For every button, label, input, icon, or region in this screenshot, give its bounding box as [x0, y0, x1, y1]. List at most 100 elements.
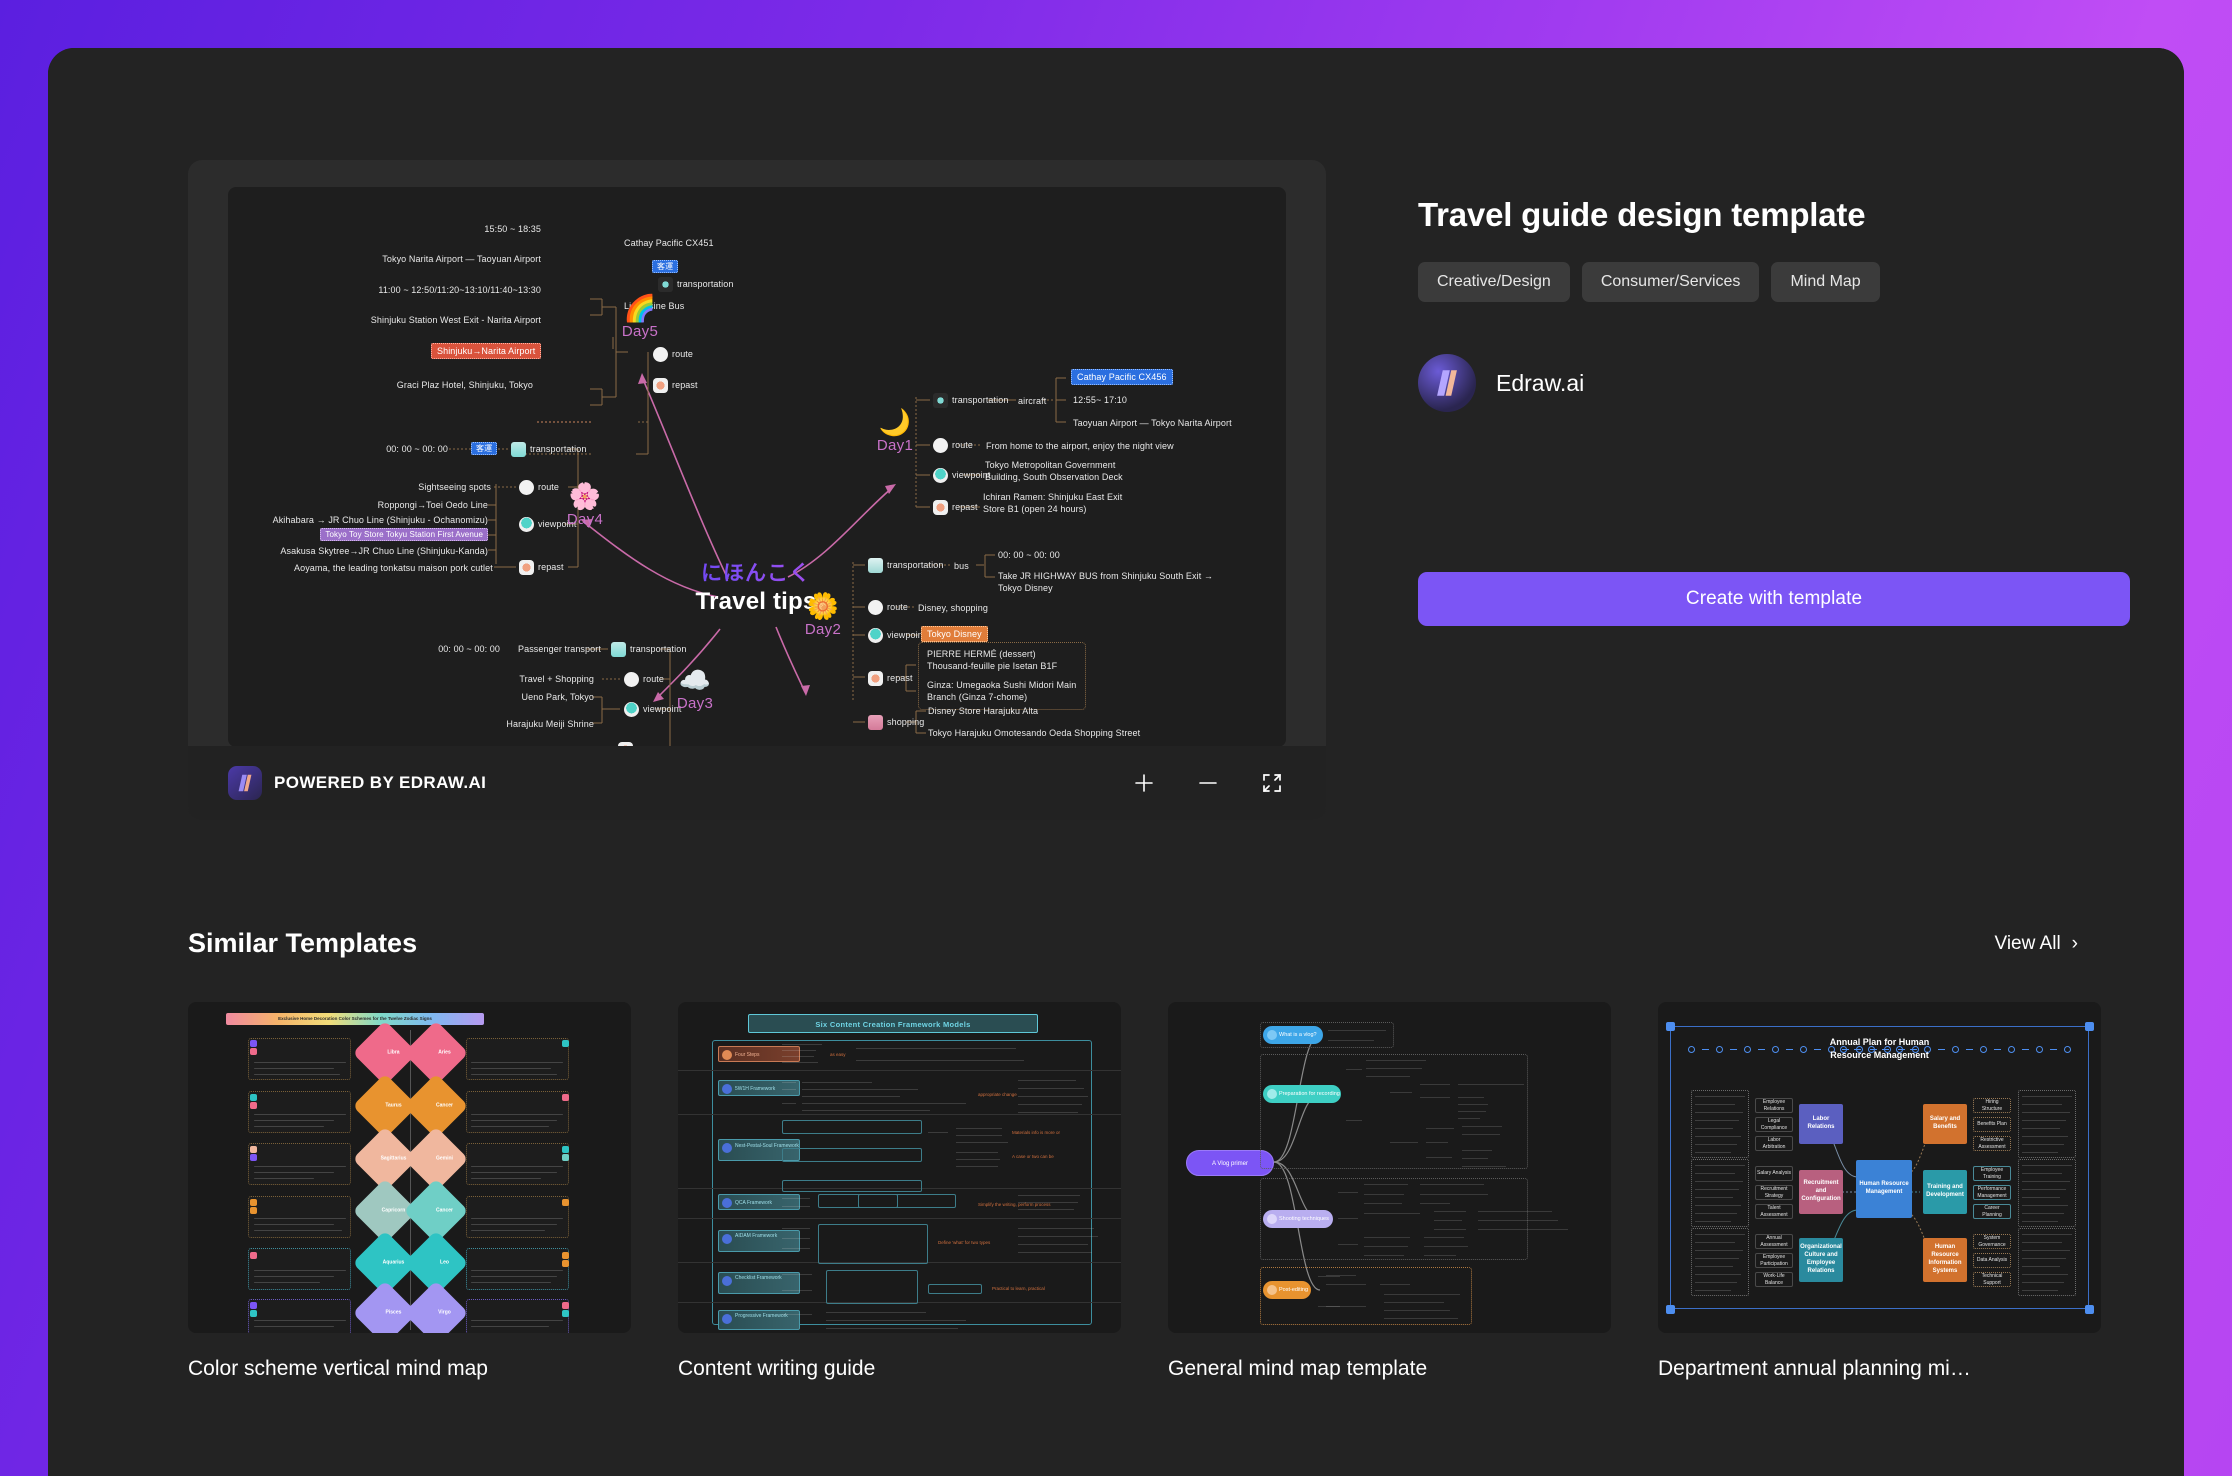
- color-chip: [250, 1154, 257, 1161]
- day5-bus-route: Shinjuku Station West Exit - Narita Airp…: [370, 315, 541, 325]
- day2-route-value: Disney, shopping: [918, 603, 988, 613]
- day2-bus-time: 00: 00 ~ 00: 00: [998, 550, 1060, 560]
- template-card[interactable]: Annual Plan for Human Resource Managemen…: [1658, 1002, 2101, 1381]
- day2-node[interactable]: 🌼 Day2: [788, 593, 858, 638]
- tag-list: Creative/Design Consumer/Services Mind M…: [1418, 262, 2130, 302]
- color-chip: [562, 1252, 569, 1259]
- edraw-avatar: [1418, 354, 1476, 412]
- day3-transportation-node: transportation: [611, 642, 686, 657]
- day5-transportation-node: transportation: [658, 277, 733, 292]
- page-title: Travel guide design template: [1418, 196, 1866, 233]
- day4-node[interactable]: 🌸 Day4: [550, 483, 620, 528]
- day4-repast-label: repast: [538, 562, 564, 573]
- day1-transportation-label: transportation: [952, 395, 1009, 406]
- day1-viewpoint-node: viewpoint: [933, 468, 990, 483]
- day5-airline: Cathay Pacific CX451: [624, 238, 714, 248]
- hr-text-col: [2018, 1159, 2076, 1227]
- branch-node: Shooting techniques: [1263, 1210, 1333, 1228]
- mindmap-canvas[interactable]: 15:50 ~ 18:35 Tokyo Narita Airport — Tao…: [228, 187, 1286, 747]
- airplane-icon: [933, 393, 948, 408]
- clock-icon: [624, 672, 639, 687]
- color-chip: [250, 1102, 257, 1109]
- tag-creative-design[interactable]: Creative/Design: [1418, 262, 1570, 302]
- day1-node[interactable]: 🌙 Day1: [855, 409, 935, 454]
- hr-sub-box: Restrictive Assessment: [1973, 1136, 2011, 1151]
- day4-sightseeing: Sightseeing spots: [418, 482, 491, 492]
- color-chip: [250, 1094, 257, 1101]
- thumbnail-content-writing[interactable]: Six Content Creation Framework Models Fo…: [678, 1002, 1121, 1333]
- hr-sub-box: Annual Assessment: [1755, 1234, 1793, 1249]
- shopping-icon: [868, 715, 883, 730]
- info-block: [466, 1196, 569, 1238]
- author-row[interactable]: Edraw.ai: [1418, 354, 2130, 412]
- template-preview-card[interactable]: 15:50 ~ 18:35 Tokyo Narita Airport — Tao…: [188, 160, 1326, 820]
- hr-sub-box: Career Planning: [1973, 1204, 2011, 1219]
- bus-icon: [511, 442, 526, 457]
- zoom-out-icon[interactable]: [1194, 769, 1222, 797]
- day5-repast-label: repast: [672, 380, 698, 391]
- zodiac-node: Virgo: [403, 1280, 469, 1333]
- hr-box: Human Resource Information Systems: [1923, 1238, 1967, 1282]
- day1-transportation-node: transportation: [933, 393, 1008, 408]
- day2-shopping-item-1: Tokyo Harajuku Omotesando Oeda Shopping …: [928, 728, 1141, 738]
- fullscreen-icon[interactable]: [1258, 769, 1286, 797]
- color-chip: [250, 1252, 257, 1259]
- meal-icon: [868, 671, 883, 686]
- branch-group: [1260, 1054, 1528, 1169]
- template-card-caption: Department annual planning mi…: [1658, 1357, 1971, 1380]
- hr-sub-box: System Governance: [1973, 1234, 2011, 1249]
- similar-templates-title: Similar Templates: [188, 928, 418, 958]
- day2-viewpoint-node: viewpoint: [868, 628, 925, 643]
- day3-node[interactable]: ☁️ Day3: [660, 667, 730, 712]
- zoom-in-icon[interactable]: [1130, 769, 1158, 797]
- day1-flight-time: 12:55~ 17:10: [1073, 395, 1128, 405]
- tag-mind-map[interactable]: Mind Map: [1771, 262, 1880, 302]
- airplane-icon: [658, 277, 673, 292]
- similar-templates-list: Exclusive Home Decoration Color Schemes …: [188, 1002, 2101, 1381]
- hr-box: Organizational Culture and Employee Rela…: [1799, 1238, 1843, 1282]
- template-card[interactable]: Exclusive Home Decoration Color Schemes …: [188, 1002, 631, 1381]
- day2-route-node: route: [868, 600, 908, 615]
- color-chip: [562, 1154, 569, 1161]
- tag-consumer-services[interactable]: Consumer/Services: [1581, 262, 1760, 302]
- thumbnail-hr-plan[interactable]: Annual Plan for Human Resource Managemen…: [1658, 1002, 2101, 1333]
- view-all-link[interactable]: View All ›: [1994, 933, 2078, 955]
- hr-text-col: [1691, 1228, 1749, 1296]
- location-pin-icon: [868, 628, 883, 643]
- hr-text-col: [1691, 1159, 1749, 1227]
- day5-route-label: route: [672, 349, 694, 360]
- hr-sub-box: Work-Life Balance: [1755, 1272, 1793, 1287]
- preview-tools: [1130, 769, 1286, 797]
- hr-box: Training and Development: [1923, 1170, 1967, 1214]
- location-pin-icon: [519, 517, 534, 532]
- day3-transportation-label: transportation: [630, 644, 687, 655]
- app-window: 15:50 ~ 18:35 Tokyo Narita Airport — Tao…: [48, 48, 2184, 1476]
- day3-route-value: Travel + Shopping: [519, 674, 594, 684]
- color-chip: [250, 1199, 257, 1206]
- hr-center-box: Human Resource Management: [1856, 1160, 1912, 1218]
- day2-viewpoint-value: Tokyo Disney: [921, 626, 988, 642]
- clock-icon: [868, 600, 883, 615]
- day1-airline: Cathay Pacific CX456: [1071, 369, 1173, 385]
- day5-label: Day5: [621, 323, 659, 340]
- color-chip: [250, 1146, 257, 1153]
- day5-repast-node: repast: [653, 378, 698, 393]
- hr-sub-box: Labor Arbitration: [1755, 1136, 1793, 1151]
- day5-node[interactable]: 🌈 Day5: [600, 295, 680, 340]
- template-card[interactable]: A Vlog primer What is a vlog? Preparatio…: [1168, 1002, 1611, 1381]
- mindmap: 15:50 ~ 18:35 Tokyo Narita Airport — Tao…: [228, 187, 1286, 747]
- thumbnail-color-scheme[interactable]: Exclusive Home Decoration Color Schemes …: [188, 1002, 631, 1333]
- create-with-template-button[interactable]: Create with template: [1418, 572, 2130, 626]
- meal-icon: [933, 500, 948, 515]
- branch-node: Post-editing: [1263, 1281, 1311, 1299]
- thumbnail-general-mindmap[interactable]: A Vlog primer What is a vlog? Preparatio…: [1168, 1002, 1611, 1333]
- template-card[interactable]: Six Content Creation Framework Models Fo…: [678, 1002, 1121, 1381]
- day1-repast-value: Ichiran Ramen: Shinjuku East Exit Store …: [983, 492, 1123, 515]
- day2-viewpoint-label: viewpoint: [887, 630, 926, 641]
- hr-text-col: [1691, 1090, 1749, 1158]
- info-block: [248, 1248, 351, 1290]
- day3-label: Day3: [676, 695, 714, 712]
- day1-flight-route: Taoyuan Airport — Tokyo Narita Airport: [1073, 418, 1232, 428]
- day5-repast-value: Graci Plaz Hotel, Shinjuku, Tokyo: [396, 380, 533, 390]
- day3-viewpoint-1: Harajuku Meiji Shrine: [506, 719, 594, 729]
